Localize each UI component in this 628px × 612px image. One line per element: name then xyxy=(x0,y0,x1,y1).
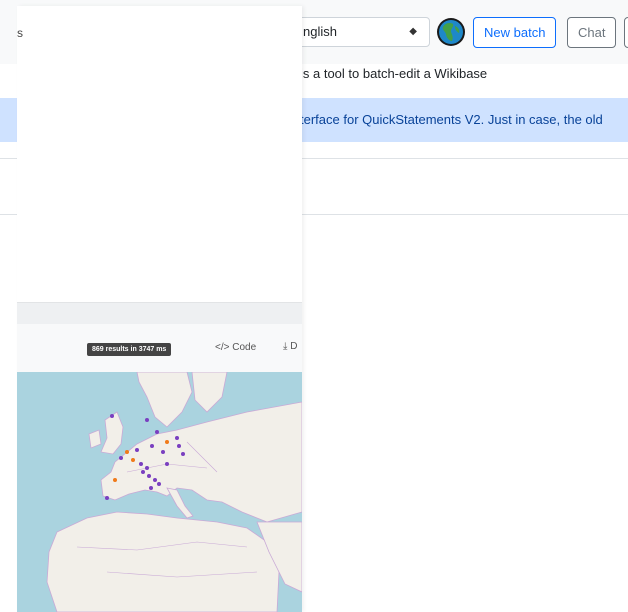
map-marker[interactable] xyxy=(161,450,165,454)
map-marker[interactable] xyxy=(110,414,114,418)
map-marker[interactable] xyxy=(125,450,129,454)
map-marker[interactable] xyxy=(149,486,153,490)
map-marker[interactable] xyxy=(150,444,154,448)
language-select-value: nglish xyxy=(303,24,337,39)
truncated-label: s xyxy=(17,26,23,40)
new-batch-button[interactable]: New batch xyxy=(473,17,557,48)
partial-nav-button[interactable] xyxy=(624,17,628,48)
map-marker[interactable] xyxy=(181,452,185,456)
map-marker[interactable] xyxy=(139,462,143,466)
map-marker[interactable] xyxy=(145,418,149,422)
download-link[interactable]: ⤓ D xyxy=(283,341,297,352)
results-map[interactable] xyxy=(17,372,302,612)
map-marker[interactable] xyxy=(175,436,179,440)
chat-button[interactable]: Chat xyxy=(567,17,617,48)
panel-divider[interactable] xyxy=(17,302,302,325)
select-caret-icon: ◆ xyxy=(409,26,417,37)
map-marker[interactable] xyxy=(153,478,157,482)
globe-icon[interactable] xyxy=(436,17,466,47)
intro-text: is a tool to batch-edit a Wikibase xyxy=(300,66,488,81)
code-link[interactable]: </> Code xyxy=(215,342,256,353)
map-marker[interactable] xyxy=(165,440,169,444)
map-marker[interactable] xyxy=(105,496,109,500)
map-marker[interactable] xyxy=(165,462,169,466)
map-marker[interactable] xyxy=(145,466,149,470)
map-marker[interactable] xyxy=(177,444,181,448)
map-marker[interactable] xyxy=(131,458,135,462)
map-marker[interactable] xyxy=(157,482,161,486)
info-alert-text: terface for QuickStatements V2. Just in … xyxy=(300,112,603,127)
results-count-badge: 869 results in 3747 ms xyxy=(87,343,172,356)
map-marker[interactable] xyxy=(113,478,117,482)
query-results-overlay: s 869 results in 3747 ms </> Code ⤓ D xyxy=(17,6,302,612)
map-marker[interactable] xyxy=(141,470,145,474)
map-marker[interactable] xyxy=(147,474,151,478)
results-toolbar: 869 results in 3747 ms </> Code ⤓ D xyxy=(17,324,302,372)
map-marker[interactable] xyxy=(119,456,123,460)
map-marker[interactable] xyxy=(155,430,159,434)
map-marker[interactable] xyxy=(135,448,139,452)
